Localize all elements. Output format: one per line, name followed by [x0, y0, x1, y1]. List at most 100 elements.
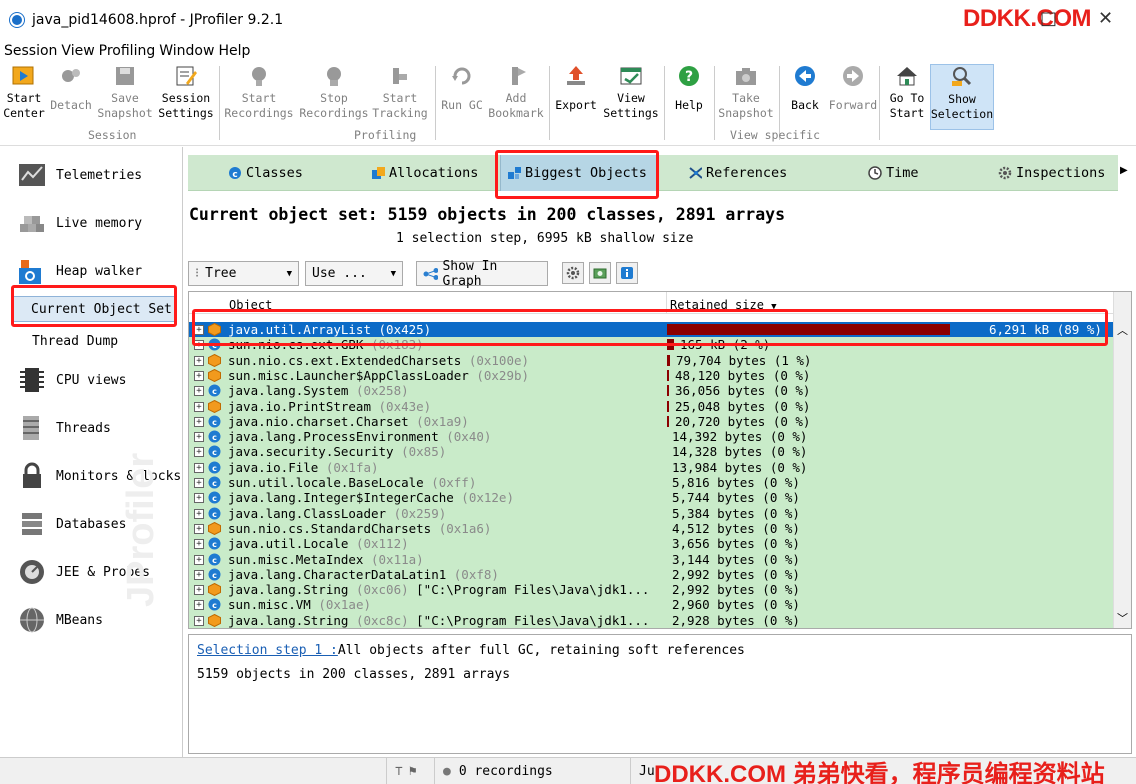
add-bookmark-button[interactable]: Add Bookmark	[488, 64, 544, 130]
tab-inspections[interactable]: Inspections	[998, 155, 1105, 191]
expand-toggle-icon[interactable]: +	[194, 539, 204, 550]
table-row[interactable]: + sun.misc.Launcher$AppClassLoader (0x29b…	[189, 368, 1113, 383]
go-to-start-button[interactable]: Go To Start	[884, 64, 930, 130]
sidebar-item-telemetries[interactable]: Telemetries	[0, 155, 183, 195]
object-class: sun.misc.VM	[228, 597, 319, 613]
scroll-up-icon[interactable]: ︿	[1117, 322, 1128, 338]
expand-toggle-icon[interactable]: +	[194, 478, 204, 488]
start-center-button[interactable]: Start Center	[0, 64, 48, 130]
table-row[interactable]: + java.lang.String (0xc8c) ["C:\Program F…	[189, 613, 1113, 628]
menu-view[interactable]: View	[61, 43, 94, 59]
start-tracking-button[interactable]: Start Tracking	[372, 64, 428, 130]
export-button[interactable]: Export	[552, 64, 600, 130]
table-row[interactable]: + c java.io.File (0x1fa) 13,984 bytes (0 %)	[189, 460, 1113, 475]
maximize-button[interactable]: □	[1040, 8, 1057, 29]
tab-classes[interactable]: c Classes	[228, 155, 303, 191]
table-row[interactable]: + c java.lang.Integer$IntegerCache (0x12e)…	[189, 490, 1113, 505]
tab-biggest-objects[interactable]: Biggest Objects	[500, 155, 658, 191]
sidebar-item-live-memory[interactable]: Live memory	[0, 203, 183, 243]
table-row[interactable]: + c java.lang.ClassLoader (0x259) 5,384 byt…	[189, 506, 1113, 521]
expand-toggle-icon[interactable]: +	[194, 554, 204, 565]
use-dropdown-button[interactable]: Use ... ▼	[305, 261, 403, 286]
tabs-scroll-right-icon[interactable]: ▶	[1120, 165, 1128, 176]
menu-window[interactable]: Window	[159, 43, 214, 59]
expand-toggle-icon[interactable]: +	[194, 447, 204, 458]
tab-allocations[interactable]: Allocations	[371, 155, 478, 191]
table-row[interactable]: + sun.nio.cs.StandardCharsets (0x1a6) 4,51…	[189, 521, 1113, 536]
table-row[interactable]: + c java.lang.ProcessEnvironment (0x40) 14,…	[189, 429, 1113, 444]
save-snapshot-button[interactable]: Save Snapshot	[97, 64, 153, 130]
expand-toggle-icon[interactable]: +	[194, 600, 204, 611]
expand-toggle-icon[interactable]: +	[194, 355, 204, 366]
toolbar-label-line1: Help	[675, 98, 703, 112]
view-settings-button[interactable]: View Settings	[602, 64, 660, 130]
expand-toggle-icon[interactable]: +	[194, 523, 204, 534]
column-header-object[interactable]: Object	[229, 298, 272, 312]
table-row[interactable]: + c java.lang.System (0x258) 36,056 bytes (…	[189, 383, 1113, 398]
tab-time[interactable]: Time	[868, 155, 919, 191]
close-button[interactable]: ✕	[1098, 8, 1113, 29]
table-row[interactable]: + c sun.misc.VM (0x1ae) 2,960 bytes (0 %)	[189, 597, 1113, 612]
table-row[interactable]: + c sun.nio.cs.ext.GBK (0x183) 165 kB (2 %)	[189, 337, 1113, 352]
table-row[interactable]: + c java.lang.CharacterDataLatin1 (0xf8) 2,…	[189, 567, 1113, 582]
table-row[interactable]: + c sun.misc.MetaIndex (0x11a) 3,144 bytes …	[189, 552, 1113, 567]
run-gc-button[interactable]: Run GC	[436, 64, 488, 130]
toolbar-group-profiling: Profiling	[354, 128, 417, 142]
table-row[interactable]: + c java.security.Security (0x85) 14,328 by…	[189, 444, 1113, 459]
sidebar-item-thread-dump[interactable]: Thread Dump	[0, 328, 183, 354]
sidebar-item-heap-walker[interactable]: Heap walker	[0, 251, 183, 291]
stop-recordings-button[interactable]: Stop Recordings	[298, 64, 370, 130]
table-row[interactable]: + c java.util.Locale (0x112) 3,656 bytes (0…	[189, 536, 1113, 551]
vertical-scrollbar[interactable]: ︿ ﹀	[1113, 292, 1131, 628]
back-button[interactable]: Back	[784, 64, 826, 130]
column-header-retained-size[interactable]: Retained size ▼	[670, 298, 777, 312]
object-address: (0x425)	[378, 322, 432, 337]
snapshot-compare-icon[interactable]	[589, 262, 611, 284]
info-icon[interactable]	[616, 262, 638, 284]
help-button[interactable]: ? Help	[668, 64, 710, 130]
forward-button[interactable]: Forward	[826, 64, 880, 130]
add-bookmark-icon	[504, 64, 528, 88]
table-row[interactable]: + c java.nio.charset.Charset (0x1a9) 20,720…	[189, 414, 1113, 429]
sidebar-item-threads[interactable]: Threads	[0, 408, 183, 448]
menu-session[interactable]: Session	[4, 43, 57, 59]
scroll-down-icon[interactable]: ﹀	[1117, 610, 1128, 626]
expand-toggle-icon[interactable]: +	[194, 370, 204, 381]
expand-toggle-icon[interactable]: +	[194, 432, 204, 443]
show-in-graph-button[interactable]: Show In Graph	[416, 259, 548, 289]
view-mode-select[interactable]: ⁝ Tree ▼	[188, 261, 299, 286]
menu-profiling[interactable]: Profiling	[99, 43, 156, 59]
retained-size-value: 6,291 kB (89 %)	[989, 322, 1102, 337]
toolbar-label-line1: Forward	[828, 98, 878, 112]
expand-toggle-icon[interactable]: +	[194, 493, 204, 504]
table-row[interactable]: + sun.nio.cs.ext.ExtendedCharsets (0x100e…	[189, 353, 1113, 368]
tab-references[interactable]: References	[688, 155, 787, 191]
selection-step-link[interactable]: Selection step 1 :	[197, 643, 338, 658]
expand-toggle-icon[interactable]: +	[194, 462, 204, 473]
sidebar-item-cpu-views[interactable]: CPU views	[0, 360, 183, 400]
expand-toggle-icon[interactable]: +	[194, 508, 204, 519]
sidebar-item-current-object-set[interactable]: Current Object Set	[12, 296, 175, 322]
show-selection-button[interactable]: Show Selection	[930, 64, 994, 130]
table-row[interactable]: + java.lang.String (0xc06) ["C:\Program F…	[189, 582, 1113, 597]
retained-size-value: 20,720 bytes (0 %)	[675, 413, 811, 429]
table-row[interactable]: + c sun.util.locale.BaseLocale (0xff) 5,816…	[189, 475, 1113, 490]
expand-toggle-icon[interactable]: +	[194, 401, 204, 412]
expand-toggle-icon[interactable]: +	[194, 340, 204, 351]
expand-toggle-icon[interactable]: +	[194, 325, 204, 335]
detach-button[interactable]: Detach	[48, 64, 94, 130]
expand-toggle-icon[interactable]: +	[194, 386, 204, 397]
expand-toggle-icon[interactable]: +	[194, 569, 204, 580]
table-row[interactable]: + java.io.PrintStream (0x43e) 25,048 bytes…	[189, 399, 1113, 414]
expand-toggle-icon[interactable]: +	[194, 615, 204, 626]
table-row[interactable]: + java.util.ArrayList (0x425) 6,291 kB (89…	[189, 322, 1113, 338]
take-snapshot-button[interactable]: Take Snapshot	[718, 64, 774, 130]
expand-toggle-icon[interactable]: +	[194, 585, 204, 596]
menu-help[interactable]: Help	[218, 43, 250, 59]
settings-gear-icon[interactable]	[562, 262, 584, 284]
page-title: Current object set: 5159 objects in 200 …	[189, 205, 786, 224]
session-settings-button[interactable]: Session Settings	[158, 64, 214, 130]
expand-toggle-icon[interactable]: +	[194, 416, 204, 427]
tab-label: Time	[886, 165, 919, 181]
start-recordings-button[interactable]: Start Recordings	[224, 64, 294, 130]
